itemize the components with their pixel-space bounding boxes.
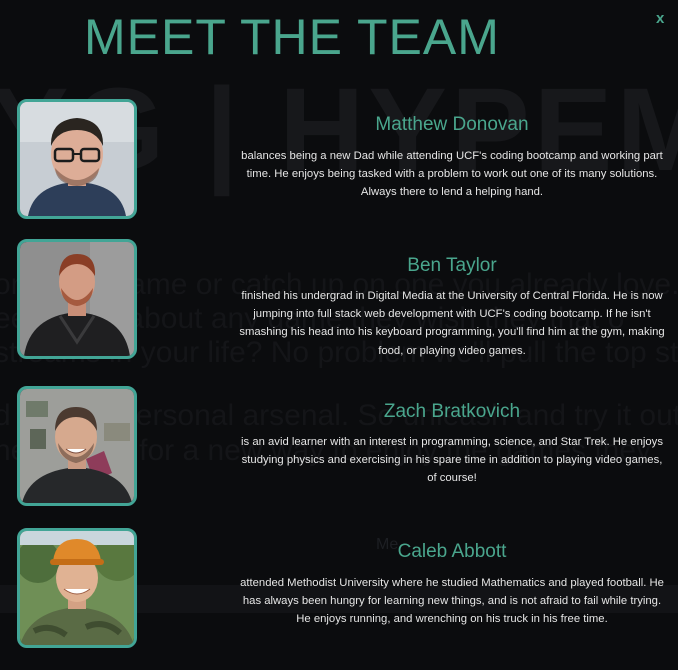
member-bio: balances being a new Dad while attending… xyxy=(241,150,663,199)
member-photo xyxy=(17,99,137,219)
member-photo xyxy=(17,528,137,648)
member-portrait xyxy=(20,242,134,356)
member-name: Caleb Abbott xyxy=(397,541,507,562)
member-name: Matthew Donovan xyxy=(375,114,529,135)
team-modal: MEET THE TEAM x Matthew Donovan balances… xyxy=(0,0,678,670)
member-portrait xyxy=(20,531,134,645)
modal-title: MEET THE TEAM xyxy=(84,9,500,65)
member-name: Zach Bratkovich xyxy=(383,401,521,422)
member-portrait xyxy=(20,389,134,503)
close-button[interactable]: x xyxy=(656,10,664,27)
member-bio: is an avid learner with an interest in p… xyxy=(241,436,663,485)
member-bio: attended Methodist University where he s… xyxy=(240,577,664,626)
member-name: Ben Taylor xyxy=(407,255,497,276)
member-portrait xyxy=(20,102,134,216)
member-bio: finished his undergrad in Digital Media … xyxy=(239,290,665,357)
member-photo xyxy=(17,386,137,506)
member-photo xyxy=(17,239,137,359)
